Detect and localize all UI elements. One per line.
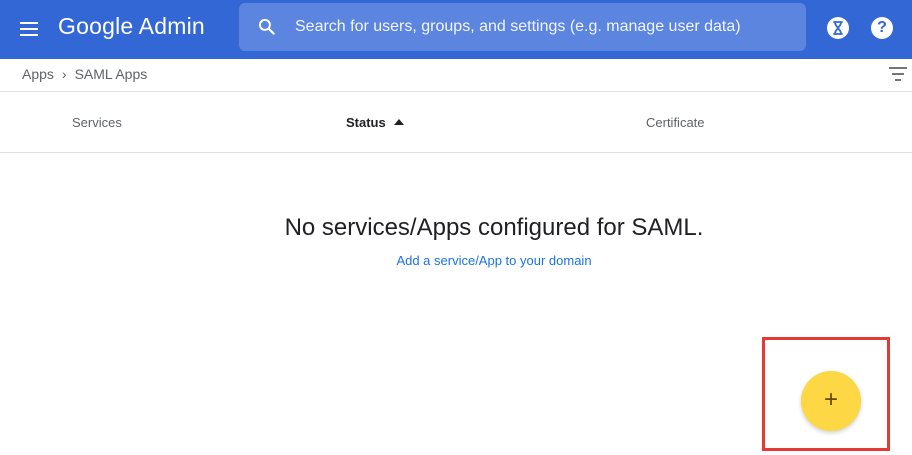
chevron-right-icon: › — [61, 66, 67, 82]
filter-button[interactable] — [889, 67, 907, 81]
breadcrumb-saml-apps: SAML Apps — [74, 66, 148, 82]
add-service-link[interactable]: Add a service/App to your domain — [0, 253, 912, 268]
divider — [0, 91, 912, 92]
app-bar: Google Admin ? — [0, 0, 912, 59]
filter-icon — [889, 67, 907, 69]
filter-icon-bar — [892, 73, 904, 75]
tasks-button[interactable] — [827, 17, 849, 39]
hourglass-icon — [833, 21, 843, 35]
add-app-button[interactable]: + — [801, 371, 861, 431]
search-input[interactable] — [295, 3, 795, 51]
help-icon: ? — [877, 19, 887, 36]
breadcrumb: Apps › SAML Apps — [22, 66, 147, 82]
menu-icon — [20, 22, 38, 24]
sort-ascending-icon — [393, 119, 404, 125]
column-header-certificate[interactable]: Certificate — [646, 115, 705, 130]
column-header-services[interactable]: Services — [72, 115, 122, 130]
divider — [0, 152, 912, 153]
main-menu-button[interactable] — [18, 17, 42, 41]
empty-state-title: No services/Apps configured for SAML. — [284, 214, 704, 241]
column-header-status[interactable]: Status — [346, 115, 404, 130]
help-button[interactable]: ? — [871, 17, 893, 39]
search-icon[interactable] — [257, 17, 277, 37]
menu-icon-bar — [20, 28, 38, 30]
search-bar[interactable] — [239, 3, 806, 51]
menu-icon-bar — [20, 34, 38, 36]
filter-icon-bar — [895, 79, 901, 81]
column-header-status-label: Status — [346, 115, 386, 130]
plus-icon: + — [823, 386, 838, 413]
breadcrumb-apps[interactable]: Apps — [22, 66, 54, 82]
app-logo[interactable]: Google Admin — [58, 13, 205, 40]
